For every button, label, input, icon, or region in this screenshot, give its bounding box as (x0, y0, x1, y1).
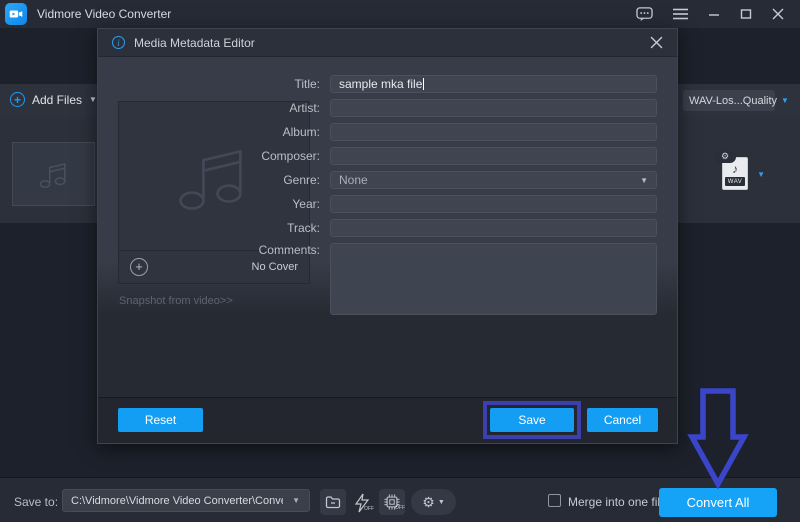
genre-value: None (339, 173, 368, 187)
app-window: Vidmore Video Converter (0, 0, 800, 522)
media-metadata-editor-dialog: i Media Metadata Editor (97, 28, 678, 444)
add-files-caret-icon: ▼ (89, 95, 97, 104)
merge-label: Merge into one file (568, 495, 667, 509)
genre-caret-icon: ▼ (640, 176, 648, 185)
title-label: Title: (98, 77, 330, 91)
close-window-icon[interactable] (772, 8, 784, 20)
file-settings-gear-icon[interactable]: ⚙ (714, 151, 736, 163)
merge-checkbox[interactable] (548, 494, 561, 507)
output-path-caret-icon: ▼ (283, 496, 309, 505)
composer-input[interactable] (330, 147, 657, 165)
feedback-icon[interactable] (636, 6, 653, 22)
file-format-caret-icon[interactable]: ▼ (757, 170, 765, 179)
form-row-artist: Artist: (98, 99, 657, 117)
title-bar: Vidmore Video Converter (0, 0, 800, 28)
save-button[interactable]: Save (490, 408, 574, 432)
folder-icon (325, 495, 341, 509)
app-logo-icon (5, 3, 27, 25)
form-row-genre: Genre: None ▼ (98, 171, 657, 189)
cancel-button[interactable]: Cancel (587, 408, 658, 432)
comments-textarea[interactable] (330, 243, 657, 315)
audio-thumbnail[interactable] (12, 142, 95, 206)
output-format-dropdown[interactable]: WAV-Los...Quality ▼ (683, 90, 775, 111)
album-label: Album: (98, 125, 330, 139)
convert-all-button[interactable]: Convert All (659, 488, 777, 517)
reset-button[interactable]: Reset (118, 408, 203, 432)
output-path-value: C:\Vidmore\Vidmore Video Converter\Conve… (63, 495, 283, 507)
window-title: Vidmore Video Converter (37, 7, 171, 21)
output-format-caret-icon: ▼ (781, 96, 789, 105)
settings-button[interactable]: ⚙ ▼ (411, 489, 456, 515)
genre-label: Genre: (98, 173, 330, 187)
dialog-close-icon[interactable] (650, 36, 663, 49)
open-folder-button[interactable] (320, 489, 346, 515)
album-input[interactable] (330, 123, 657, 141)
hw-accel-off-label: OFF (364, 506, 374, 512)
output-path-select[interactable]: C:\Vidmore\Vidmore Video Converter\Conve… (62, 489, 310, 512)
info-icon: i (112, 36, 125, 49)
form-row-album: Album: (98, 123, 657, 141)
dialog-header: i Media Metadata Editor (98, 29, 677, 57)
comments-label: Comments: (98, 243, 330, 257)
composer-label: Composer: (98, 149, 330, 163)
title-value: sample mka file (339, 77, 422, 91)
form-row-title: Title: sample mka file (98, 75, 657, 93)
music-note-icon (36, 156, 72, 192)
annotation-arrow-icon (680, 384, 756, 492)
settings-caret-icon: ▼ (438, 499, 445, 506)
window-controls (636, 6, 784, 22)
file-format-label: WAV (725, 177, 745, 186)
title-input[interactable]: sample mka file (330, 75, 657, 93)
gpu-accel-toggle[interactable]: OFF (379, 489, 405, 515)
add-files-plus-icon: + (10, 92, 25, 107)
track-label: Track: (98, 221, 330, 235)
save-to-label: Save to: (14, 495, 58, 509)
metadata-form: Title: sample mka file Artist: Album: Co… (98, 75, 657, 321)
add-files-label: Add Files (32, 93, 82, 107)
file-note-icon: ♪ (732, 162, 738, 176)
form-row-comments: Comments: (98, 243, 657, 315)
year-label: Year: (98, 197, 330, 211)
genre-dropdown[interactable]: None ▼ (330, 171, 657, 189)
minimize-icon[interactable] (708, 8, 720, 20)
maximize-icon[interactable] (740, 8, 752, 20)
form-row-composer: Composer: (98, 147, 657, 165)
form-row-track: Track: (98, 219, 657, 237)
artist-input[interactable] (330, 99, 657, 117)
settings-gear-icon: ⚙ (422, 494, 435, 511)
output-format-label: WAV-Los...Quality (689, 95, 777, 107)
artist-label: Artist: (98, 101, 330, 115)
track-input[interactable] (330, 219, 657, 237)
add-files-button[interactable]: + Add Files ▼ (10, 92, 97, 107)
dialog-footer: Reset Save Cancel (98, 397, 677, 443)
dialog-body: + No Cover Snapshot from video>> Title: … (98, 57, 677, 397)
gpu-accel-off-label: OFF (395, 505, 405, 511)
text-cursor (423, 78, 424, 90)
form-row-year: Year: (98, 195, 657, 213)
dialog-title: Media Metadata Editor (134, 36, 255, 50)
menu-icon[interactable] (673, 8, 688, 20)
hw-accel-toggle[interactable]: OFF (350, 491, 374, 515)
year-input[interactable] (330, 195, 657, 213)
